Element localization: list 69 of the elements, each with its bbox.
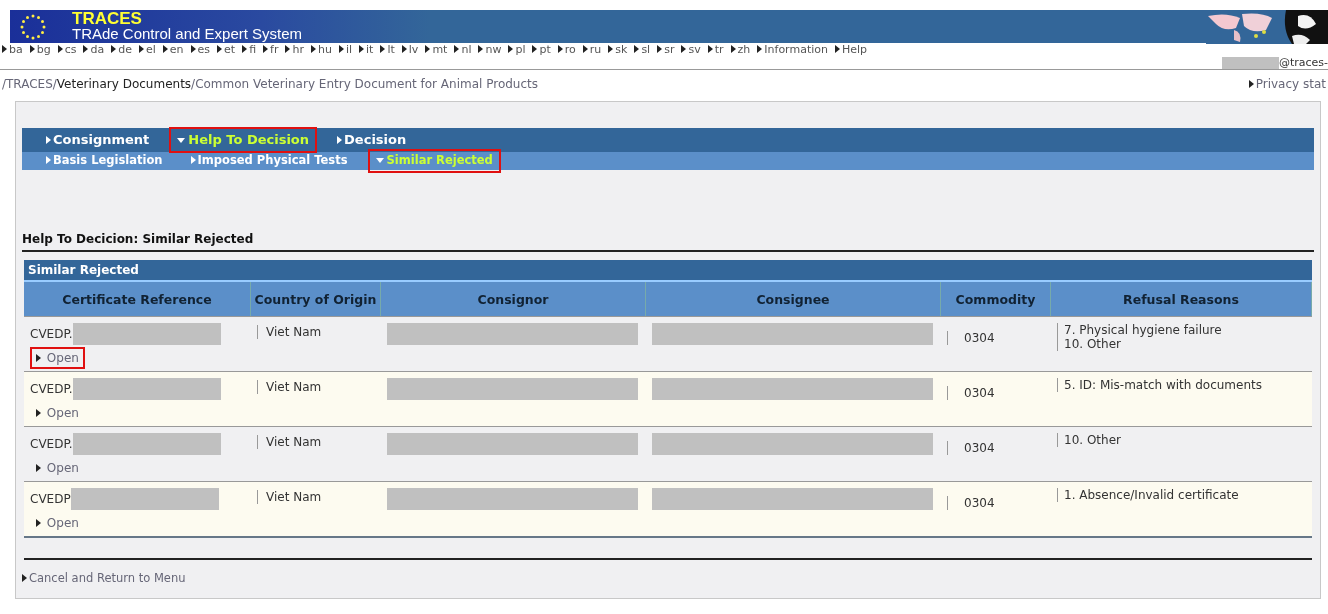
table-cell: 0304 xyxy=(947,386,995,400)
language-link[interactable]: cs xyxy=(57,41,77,59)
privacy-link[interactable]: Privacy stat xyxy=(1248,75,1326,93)
certificate-reference: CVEDP. xyxy=(30,381,73,398)
language-link[interactable]: Information xyxy=(757,41,828,59)
table-cell: Viet Nam xyxy=(257,435,322,449)
app-subtitle: TRAde Control and Expert System xyxy=(72,26,303,42)
table-cell: Viet Nam xyxy=(257,490,322,504)
table-cell-text: 5. ID: Mis-match with documents xyxy=(1064,378,1263,392)
language-link[interactable]: pl xyxy=(508,41,526,59)
cancel-link[interactable]: Cancel and Return to Menu xyxy=(22,570,186,588)
certificate-reference: CVEDP xyxy=(30,491,71,508)
breadcrumb-link[interactable]: /Common Veterinary Entry Document for Animal Products xyxy=(191,77,538,91)
column-header: Country of Origin xyxy=(251,282,381,316)
app-title: TRACES xyxy=(72,11,143,26)
column-header: Refusal Reasons xyxy=(1051,282,1312,316)
language-link[interactable]: el xyxy=(138,41,156,59)
column-header: Consignee xyxy=(646,282,941,316)
language-link[interactable]: lt xyxy=(380,41,395,59)
table-cell-text: 10. Other xyxy=(1064,337,1122,351)
column-header: Commodity xyxy=(941,282,1051,316)
page-title: Help To Decicion: Similar Rejected xyxy=(22,230,1314,252)
language-link[interactable]: it xyxy=(359,41,374,59)
language-link[interactable]: hu xyxy=(311,41,332,59)
language-link[interactable]: nw xyxy=(478,41,502,59)
language-link[interactable]: da xyxy=(83,41,105,59)
language-link[interactable]: ro xyxy=(557,41,576,59)
language-link[interactable]: sv xyxy=(681,41,701,59)
open-link[interactable]: Open xyxy=(30,512,85,534)
breadcrumb-link[interactable]: /TRACES/ xyxy=(2,77,57,91)
language-link[interactable]: de xyxy=(111,41,132,59)
language-link[interactable]: sr xyxy=(657,41,675,59)
table-title: Similar Rejected xyxy=(24,260,1312,282)
language-link[interactable]: zh xyxy=(730,41,751,59)
language-link[interactable]: il xyxy=(338,41,353,59)
column-header: Certificate Reference xyxy=(24,282,251,316)
language-link[interactable]: fr xyxy=(263,41,279,59)
language-link[interactable]: ba xyxy=(2,41,23,59)
column-header: Consignor xyxy=(381,282,646,316)
table-cell: Viet Nam xyxy=(257,380,322,394)
certificate-reference: CVEDP. xyxy=(30,436,73,453)
table-cell-text: 7. Physical hygiene failure xyxy=(1064,323,1223,337)
language-link[interactable]: fi xyxy=(242,41,257,59)
language-link[interactable]: mt xyxy=(425,41,448,59)
language-link[interactable]: hr xyxy=(285,41,304,59)
table-cell: Viet Nam xyxy=(257,325,322,339)
language-link[interactable]: sl xyxy=(634,41,651,59)
language-link[interactable]: lv xyxy=(401,41,419,59)
language-link[interactable]: nl xyxy=(454,41,472,59)
open-link[interactable]: Open xyxy=(30,347,85,369)
language-link[interactable]: es xyxy=(190,41,211,59)
user-email: @traces- xyxy=(1278,57,1328,69)
breadcrumb-item: Veterinary Documents xyxy=(56,77,192,91)
language-link[interactable]: pt xyxy=(532,41,551,59)
language-link[interactable]: en xyxy=(162,41,184,59)
open-link[interactable]: Open xyxy=(30,457,85,479)
table-cell: 0304 xyxy=(947,496,995,510)
language-link[interactable]: et xyxy=(217,41,236,59)
open-link[interactable]: Open xyxy=(30,402,85,424)
language-link[interactable]: bg xyxy=(29,41,51,59)
language-link[interactable]: sk xyxy=(608,41,628,59)
language-link[interactable]: tr xyxy=(707,41,724,59)
certificate-reference: CVEDP. xyxy=(30,326,73,343)
table-cell-text: 10. Other xyxy=(1064,433,1122,447)
language-link[interactable]: Help xyxy=(835,41,868,59)
table-cell-text: 1. Absence/Invalid certificate xyxy=(1064,488,1240,502)
table-cell: 0304 xyxy=(947,331,995,345)
table-cell: 0304 xyxy=(947,441,995,455)
language-link[interactable]: ru xyxy=(582,41,602,59)
